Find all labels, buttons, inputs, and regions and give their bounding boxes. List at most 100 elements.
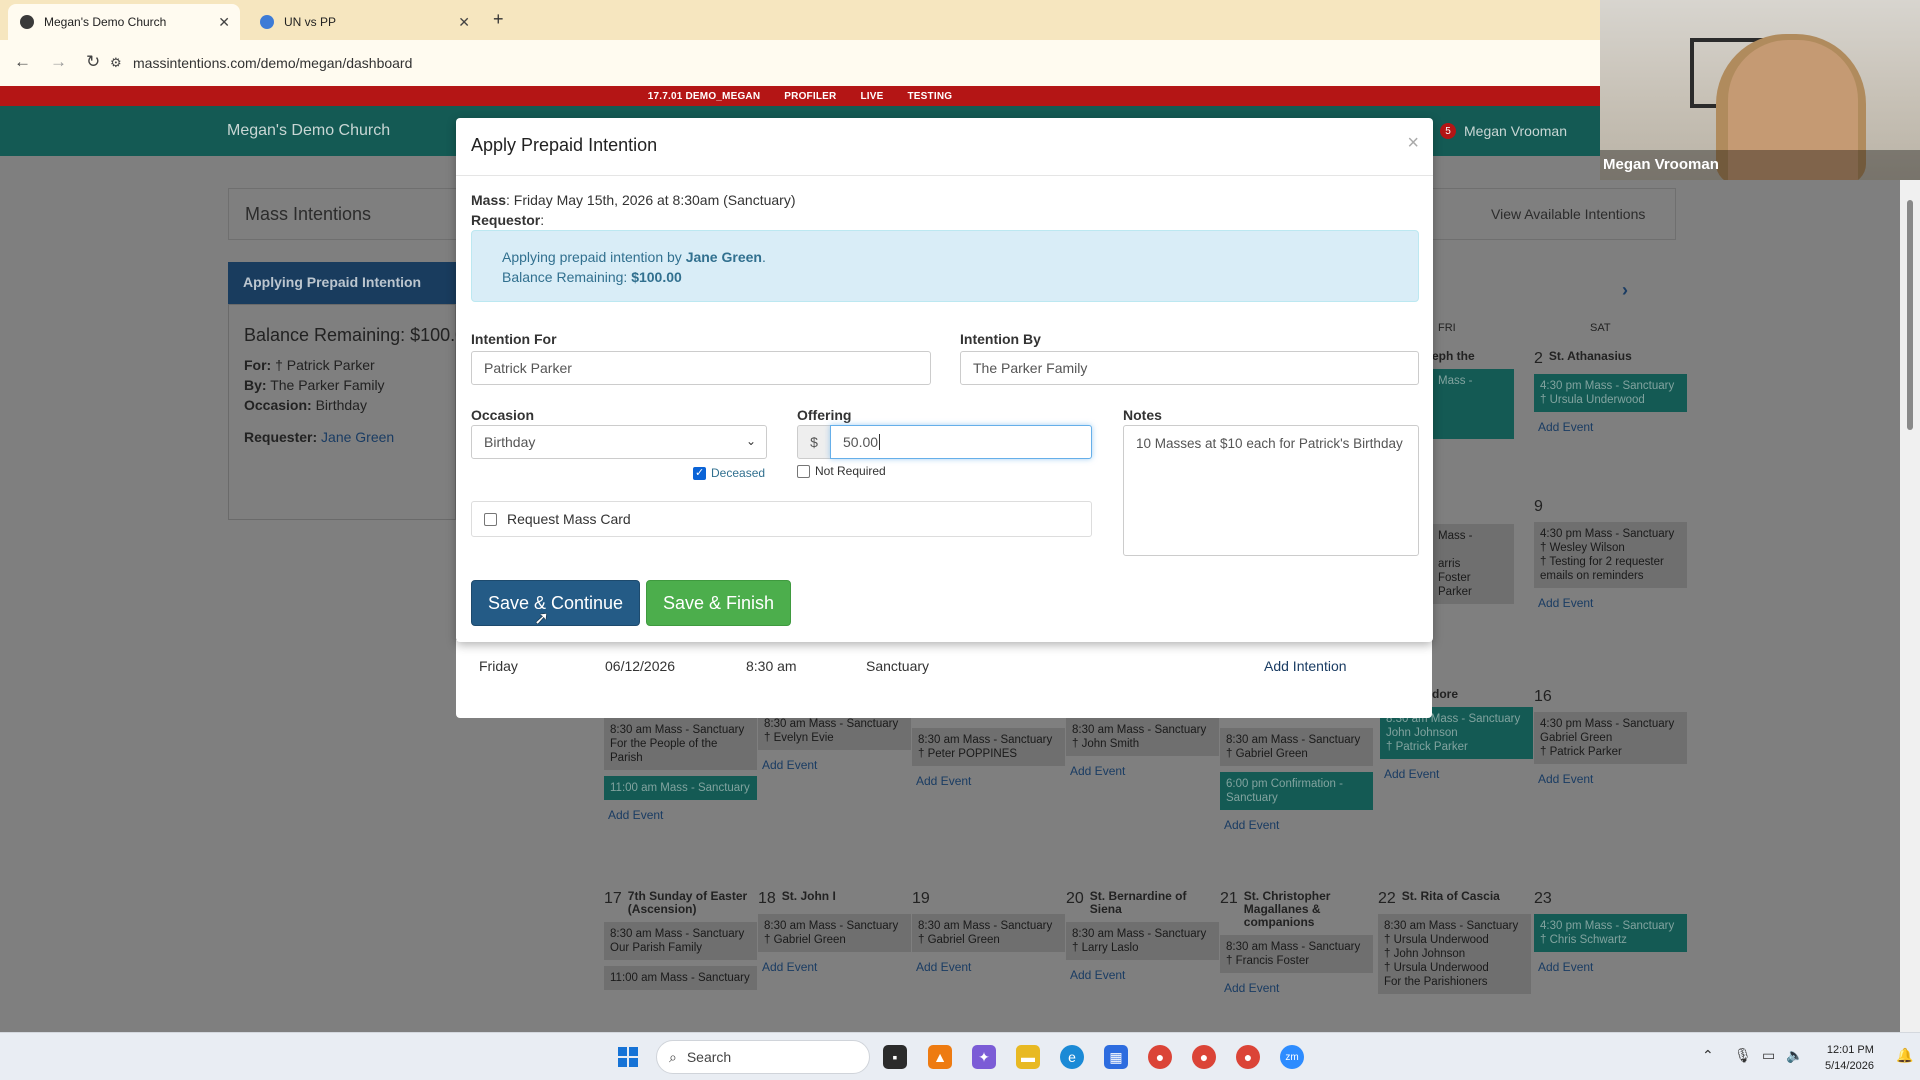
calendar-day[interactable]: 9 4:30 pm Mass - Sanctuary † Wesley Wilso… <box>1534 498 1687 610</box>
deceased-label: Deceased <box>711 466 766 480</box>
add-event-link[interactable]: Add Event <box>1224 981 1373 995</box>
add-event-link[interactable]: Add Event <box>1538 420 1687 434</box>
occasion-selected-value: Birthday <box>484 434 536 450</box>
brand-link[interactable]: Megan's Demo Church <box>227 122 390 140</box>
calendar-day[interactable]: 2 St. Athanasius 4:30 pm Mass - Sanctuary… <box>1534 350 1687 434</box>
store-icon[interactable]: ▦ <box>1104 1045 1128 1069</box>
request-mass-card-checkbox[interactable] <box>484 512 497 526</box>
offering-label: Offering <box>797 407 852 423</box>
show-hidden-icons-icon[interactable]: ⌃ <box>1702 1047 1714 1064</box>
close-tab-icon[interactable]: ✕ <box>218 14 230 31</box>
add-event-link[interactable]: Add Event <box>1224 818 1373 832</box>
calendar-day[interactable]: 20 St. Bernardine of Siena 8:30 am Mass -… <box>1066 890 1219 982</box>
scrollbar-thumb[interactable] <box>1907 200 1913 430</box>
info-requester-name: Jane Green <box>685 249 762 265</box>
add-intention-link[interactable]: Add Intention <box>1264 658 1347 674</box>
request-mass-card-row[interactable]: Request Mass Card <box>471 501 1092 537</box>
info-prefix: Applying prepaid intention by <box>502 249 686 265</box>
intention-for-input[interactable]: Patrick Parker <box>471 351 931 385</box>
calendar-day[interactable]: 21 St. Christopher Magallanes & companion… <box>1220 890 1373 995</box>
file-explorer-icon[interactable]: ▬ <box>1016 1045 1040 1069</box>
network-icon[interactable]: ▭ <box>1762 1047 1775 1064</box>
chrome-active-icon[interactable]: ● <box>1236 1045 1260 1069</box>
zoom-icon[interactable]: zm <box>1280 1045 1304 1069</box>
occasion-select[interactable]: Birthday ⌄ <box>471 425 767 459</box>
volume-icon[interactable]: 🔈 <box>1786 1047 1803 1064</box>
clock-date: 5/14/2026 <box>1825 1060 1874 1072</box>
calendar-day[interactable]: eph the Mass - <box>1432 350 1514 439</box>
close-tab-icon[interactable]: ✕ <box>458 14 470 31</box>
info-balance-label: Balance Remaining: <box>502 269 632 285</box>
calendar-day[interactable]: 8:30 am Mass - Sanctuary † John Smith Add… <box>1066 718 1219 778</box>
intention-list-row: Friday 06/12/2026 8:30 am Sanctuary Add … <box>456 640 1432 718</box>
vlc-icon[interactable]: ▲ <box>928 1045 952 1069</box>
for-label: For: <box>244 357 272 373</box>
calendar-day[interactable]: 18 St. John I 8:30 am Mass - Sanctuary † G… <box>758 890 911 974</box>
user-menu[interactable]: 5 Megan Vrooman <box>1440 123 1567 139</box>
calendar-day[interactable]: 19 8:30 am Mass - Sanctuary † Gabriel Gre… <box>912 890 1065 974</box>
page-scrollbar[interactable] <box>1900 180 1920 1032</box>
calendar-day[interactable]: 22 St. Rita of Cascia 8:30 am Mass - Sanc… <box>1378 890 1531 994</box>
add-event-link[interactable]: Add Event <box>1070 764 1219 778</box>
dow-sat: SAT <box>1590 322 1611 334</box>
notes-textarea[interactable]: 10 Masses at $10 each for Patrick's Birt… <box>1123 425 1419 556</box>
calendar-day[interactable]: 8:30 am Mass - Sanctuary † Evelyn Evie Ad… <box>758 712 911 772</box>
calendar-day[interactable]: Mass - arris Foster Parker <box>1432 524 1514 604</box>
save-continue-button[interactable]: Save & Continue <box>471 580 640 626</box>
requester-link[interactable]: Jane Green <box>321 429 394 445</box>
tab-megans-demo-church[interactable]: Megan's Demo Church ✕ <box>8 4 240 40</box>
close-icon[interactable]: × <box>1407 132 1419 155</box>
view-available-intentions-link[interactable]: View Available Intentions <box>1491 206 1645 222</box>
taskbar-clock[interactable]: 12:01 PM 5/14/2026 <box>1825 1042 1874 1074</box>
add-event-link[interactable]: Add Event <box>762 960 911 974</box>
save-finish-button[interactable]: Save & Finish <box>646 580 791 626</box>
add-event-link[interactable]: Add Event <box>1538 596 1687 610</box>
env-testing-link[interactable]: TESTING <box>907 91 952 102</box>
calendar-day[interactable]: 23 4:30 pm Mass - Sanctuary † Chris Schwa… <box>1534 890 1687 974</box>
calendar-day[interactable]: 17 7th Sunday of Easter (Ascension) 8:30 … <box>604 890 757 990</box>
not-required-checkbox-row[interactable]: Not Required <box>797 464 886 478</box>
for-value: † Patrick Parker <box>275 357 375 373</box>
windows-start-icon[interactable] <box>618 1047 638 1067</box>
copilot-icon[interactable]: ✦ <box>972 1045 996 1069</box>
chrome-profile-icon[interactable]: ● <box>1192 1045 1216 1069</box>
env-profiler-link[interactable]: PROFILER <box>784 91 836 102</box>
env-version: 17.7.01 DEMO_MEGAN <box>647 90 761 102</box>
add-event-link[interactable]: Add Event <box>1384 767 1533 781</box>
forward-icon[interactable]: → <box>50 52 67 72</box>
env-live-link[interactable]: LIVE <box>860 91 883 102</box>
add-event-link[interactable]: Add Event <box>1070 968 1219 982</box>
tab-un-vs-pp[interactable]: UN vs PP ✕ <box>248 4 480 40</box>
url-input[interactable]: massintentions.com/demo/megan/dashboard <box>133 55 412 71</box>
deceased-checkbox-row[interactable]: Deceased <box>693 466 765 480</box>
user-name: Megan Vrooman <box>1464 123 1567 139</box>
deceased-checkbox[interactable] <box>693 466 706 480</box>
add-event-link[interactable]: Add Event <box>916 774 1065 788</box>
notifications-icon[interactable]: 🔔 <box>1896 1047 1913 1064</box>
add-event-link[interactable]: Add Event <box>762 758 911 772</box>
not-required-checkbox[interactable] <box>797 464 810 478</box>
next-month-icon[interactable]: › <box>1622 280 1628 301</box>
intention-for-label: Intention For <box>471 331 557 347</box>
offering-input[interactable]: 50.00 <box>830 425 1092 459</box>
back-icon[interactable]: ← <box>14 52 31 72</box>
calendar-day[interactable]: 8:30 am Mass - Sanctuary For the People o… <box>604 712 757 822</box>
task-view-icon[interactable]: ▪ <box>883 1045 907 1069</box>
calendar-day[interactable]: 16 4:30 pm Mass - Sanctuary Gabriel Green… <box>1534 688 1687 786</box>
calendar-day[interactable]: 8:30 am Mass - Sanctuary † Gabriel Green … <box>1220 728 1373 832</box>
add-event-link[interactable]: Add Event <box>1538 772 1687 786</box>
chrome-icon[interactable]: ● <box>1148 1045 1172 1069</box>
intention-by-input[interactable]: The Parker Family <box>960 351 1419 385</box>
microphone-icon[interactable]: 🎙 <box>1734 1047 1752 1064</box>
webcam-name-label: Megan Vrooman <box>1600 150 1920 180</box>
add-event-link[interactable]: Add Event <box>608 808 757 822</box>
add-event-link[interactable]: Add Event <box>916 960 1065 974</box>
reload-icon[interactable]: ↻ <box>86 52 100 72</box>
new-tab-icon[interactable]: + <box>493 9 504 30</box>
taskbar-search[interactable]: ⌕ Search <box>656 1040 870 1074</box>
site-info-icon[interactable]: ⚙ <box>110 55 122 71</box>
currency-addon: $ <box>797 425 831 459</box>
edge-icon[interactable]: e <box>1060 1045 1084 1069</box>
calendar-day[interactable]: 8:30 am Mass - Sanctuary † Peter POPPINES… <box>912 728 1065 788</box>
add-event-link[interactable]: Add Event <box>1538 960 1687 974</box>
